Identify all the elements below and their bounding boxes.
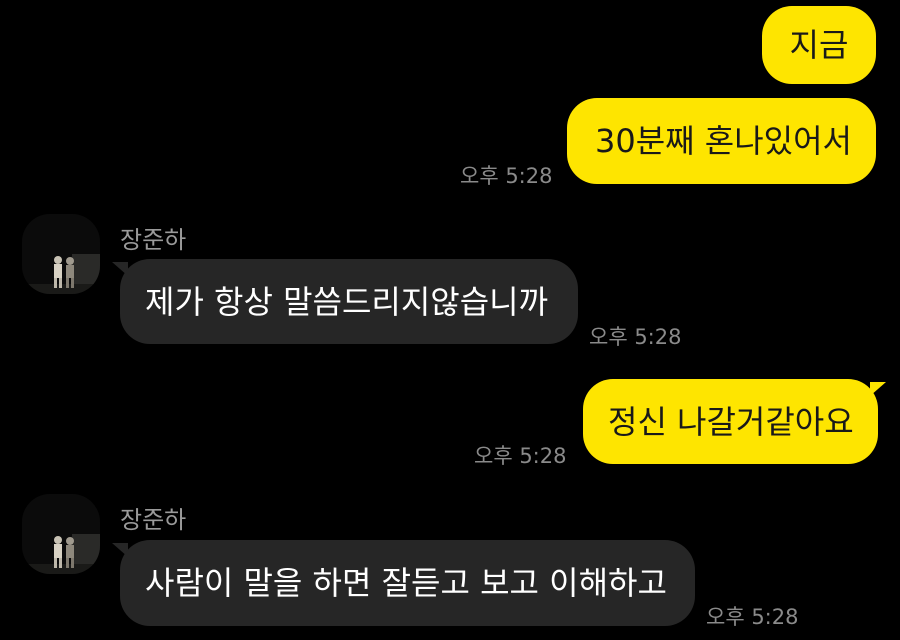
sender-name: 장준하 bbox=[120, 226, 187, 254]
message-timestamp: 오후 5:28 bbox=[474, 444, 567, 468]
my-message-bubble[interactable]: 정신 나갈거같아요 bbox=[583, 379, 878, 464]
message-timestamp: 오후 5:28 bbox=[706, 605, 799, 629]
sender-avatar[interactable] bbox=[22, 214, 100, 294]
message-timestamp: 오후 5:28 bbox=[589, 325, 682, 349]
profile-photo-icon bbox=[22, 214, 100, 294]
sender-name: 장준하 bbox=[120, 506, 187, 534]
message-text: 30분째 혼나있어서 bbox=[595, 122, 852, 160]
their-message-bubble[interactable]: 사람이 말을 하면 잘듣고 보고 이해하고 bbox=[120, 540, 695, 626]
message-timestamp: 오후 5:28 bbox=[460, 164, 553, 188]
message-text: 사람이 말을 하면 잘듣고 보고 이해하고 bbox=[145, 564, 667, 602]
message-text: 정신 나갈거같아요 bbox=[608, 402, 854, 441]
my-message-bubble[interactable]: 지금 bbox=[762, 6, 876, 84]
their-message-bubble[interactable]: 제가 항상 말씀드리지않습니까 bbox=[120, 259, 578, 344]
my-message-bubble[interactable]: 30분째 혼나있어서 bbox=[567, 98, 876, 184]
message-text: 지금 bbox=[789, 26, 849, 64]
profile-photo-icon bbox=[22, 494, 100, 574]
message-text: 제가 항상 말씀드리지않습니까 bbox=[145, 282, 549, 321]
sender-avatar[interactable] bbox=[22, 494, 100, 574]
